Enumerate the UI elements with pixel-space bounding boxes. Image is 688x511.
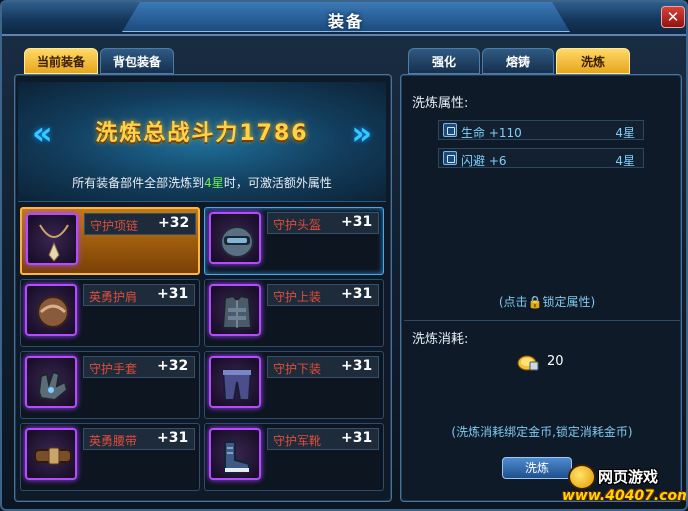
slot-name: 英勇护肩 xyxy=(89,290,138,304)
tab-strengthen[interactable]: 强化 xyxy=(408,48,480,74)
slot-value: +32 xyxy=(157,358,189,374)
wash-cost-value: 20 xyxy=(547,354,564,369)
tab-wash[interactable]: 洗炼 xyxy=(556,48,630,74)
attribute-stars: 4星 xyxy=(615,126,635,140)
mascot-logo-icon xyxy=(568,464,596,490)
belt-icon xyxy=(25,428,77,480)
equip-slot-chest[interactable]: 守护上装 +31 xyxy=(204,279,384,347)
slot-value: +31 xyxy=(341,286,373,302)
helmet-icon xyxy=(209,212,261,264)
equip-slot-belt[interactable]: 英勇腰带 +31 xyxy=(20,423,200,491)
attribute-name: 闪避 +6 xyxy=(461,154,507,168)
window-title: 装备 xyxy=(327,12,364,31)
lock-hint-suffix: 锁定属性) xyxy=(542,295,596,309)
wash-cost-label: 洗炼消耗: xyxy=(412,332,469,347)
slot-name: 守护手套 xyxy=(89,362,138,376)
activation-hint-suffix: 时，可激活额外属性 xyxy=(223,176,332,190)
wash-attributes-label: 洗炼属性: xyxy=(412,96,469,111)
slot-value: +31 xyxy=(157,286,189,302)
padlock-icon: 🔒 xyxy=(527,295,543,309)
equip-slot-gloves[interactable]: 守护手套 +32 xyxy=(20,351,200,419)
equip-slot-necklace[interactable]: 守护项链 +32 xyxy=(20,207,200,275)
tab-bag-equipment[interactable]: 背包装备 xyxy=(100,48,174,74)
lock-hint: (点击🔒锁定属性) xyxy=(482,293,612,310)
attribute-row[interactable]: 闪避 +6 4星 xyxy=(438,148,644,168)
slot-name: 守护军靴 xyxy=(273,434,322,448)
slot-value: +31 xyxy=(157,430,189,446)
lock-hint-prefix: (点击 xyxy=(498,295,528,309)
shoulder-guard-icon xyxy=(25,284,77,336)
close-icon[interactable]: ✕ xyxy=(661,6,685,28)
attribute-name: 生命 +110 xyxy=(461,126,522,140)
slot-name: 英勇腰带 xyxy=(89,434,138,448)
slot-name: 守护下装 xyxy=(273,362,322,376)
total-power-title: 洗炼总战斗力1786 xyxy=(95,121,309,146)
equip-slot-boots[interactable]: 守护军靴 +31 xyxy=(204,423,384,491)
equip-slot-helmet[interactable]: 守护头盔 +31 xyxy=(204,207,384,275)
attribute-stars: 4星 xyxy=(615,154,635,168)
power-banner: « » 洗炼总战斗力1786 所有装备部件全部洗炼到4星时，可激活额外属性 xyxy=(18,82,386,202)
slot-name: 守护头盔 xyxy=(273,218,322,232)
equipment-window: 装备 ✕ 当前装备 背包装备 强化 熔铸 洗炼 « » 洗炼总战斗力1786 所… xyxy=(0,0,688,511)
divider xyxy=(404,320,680,321)
activation-hint-prefix: 所有装备部件全部洗炼到 xyxy=(72,176,205,190)
watermark-url: www.40407.com xyxy=(562,488,688,504)
necklace-icon xyxy=(26,213,78,265)
activation-hint-star: 4星 xyxy=(204,176,224,190)
chest-armor-icon xyxy=(209,284,261,336)
equip-slot-pants[interactable]: 守护下装 +31 xyxy=(204,351,384,419)
title-bar[interactable]: 装备 ✕ xyxy=(2,2,686,36)
site-watermark: 网页游戏 www.40407.com xyxy=(562,464,688,509)
slot-value: +31 xyxy=(341,430,373,446)
slot-name: 守护上装 xyxy=(273,290,322,304)
watermark-title: 网页游戏 xyxy=(598,468,659,486)
slot-value: +31 xyxy=(341,358,373,374)
slot-value: +31 xyxy=(341,214,373,230)
boots-icon xyxy=(209,428,261,480)
equip-slot-shoulder[interactable]: 英勇护肩 +31 xyxy=(20,279,200,347)
tab-current-equipment[interactable]: 当前装备 xyxy=(24,48,98,74)
cost-hint: (洗炼消耗绑定金币,锁定消耗金币) xyxy=(451,425,633,439)
gloves-icon xyxy=(25,356,77,408)
attribute-row[interactable]: 生命 +110 4星 xyxy=(438,120,644,140)
tab-forge[interactable]: 熔铸 xyxy=(482,48,554,74)
gold-coin-icon xyxy=(517,355,539,371)
slot-name: 守护项链 xyxy=(90,219,139,233)
lock-icon[interactable] xyxy=(443,151,457,165)
lock-icon[interactable] xyxy=(443,123,457,137)
slot-value: +32 xyxy=(158,215,190,231)
activation-hint: 所有装备部件全部洗炼到4星时，可激活额外属性 xyxy=(18,174,386,191)
pants-icon xyxy=(209,356,261,408)
